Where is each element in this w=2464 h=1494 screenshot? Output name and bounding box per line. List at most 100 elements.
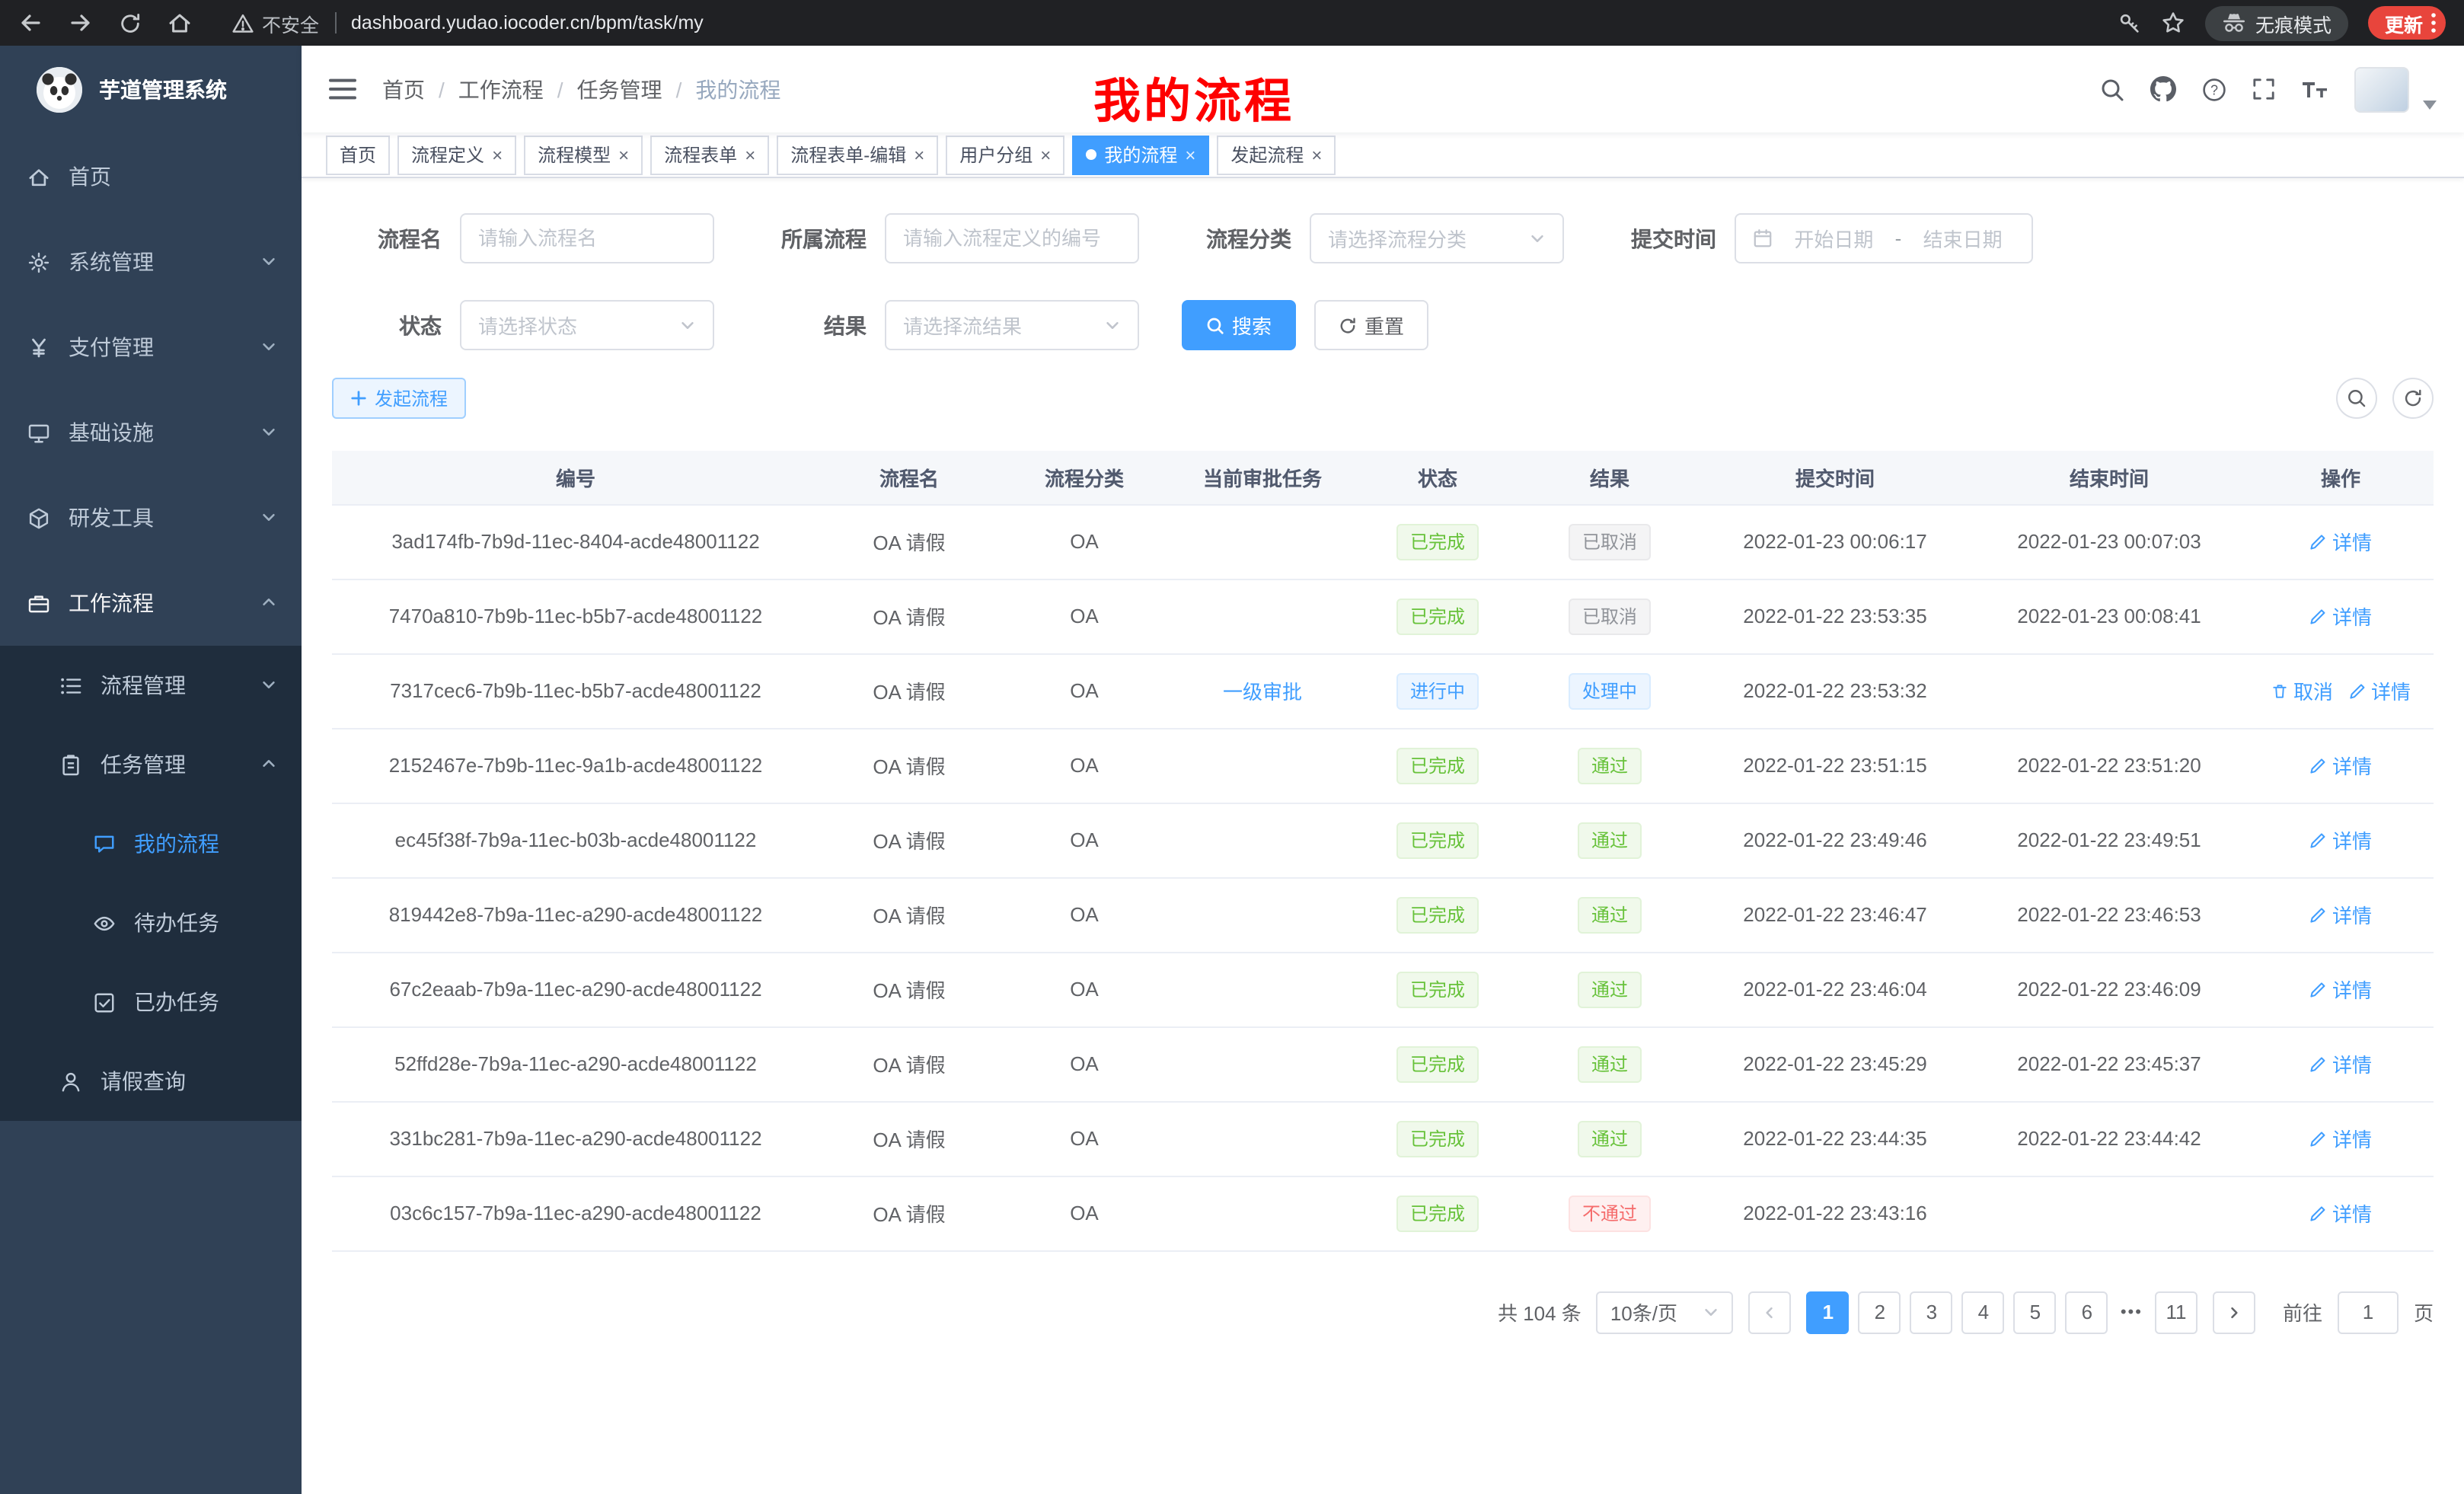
table-row: 67c2eaab-7b9a-11ec-a290-acde48001122 OA … xyxy=(332,952,2434,1026)
browser-menu-icon[interactable] xyxy=(2430,12,2437,34)
bookmark-star-icon[interactable] xyxy=(2161,11,2185,35)
sidebar-item-payment-mgmt[interactable]: 支付管理 xyxy=(0,305,302,390)
page-button-1[interactable]: 1 xyxy=(1807,1291,1850,1333)
fullscreen-icon[interactable] xyxy=(2252,78,2275,101)
detail-link[interactable]: 详情 xyxy=(2309,1199,2372,1227)
browser-home-icon[interactable] xyxy=(168,11,192,35)
close-icon[interactable]: × xyxy=(745,145,755,164)
sidebar-item-done-tasks[interactable]: 已办任务 xyxy=(0,962,302,1042)
update-button[interactable]: 更新 xyxy=(2368,6,2446,40)
sidebar-item-leave-query[interactable]: 请假查询 xyxy=(0,1042,302,1121)
result-select[interactable]: 请选择流结果 xyxy=(885,300,1139,350)
table-row: 3ad174fb-7b9d-11ec-8404-acde48001122 OA … xyxy=(332,504,2434,579)
svg-text:?: ? xyxy=(2210,81,2218,97)
address-bar[interactable]: 不安全 dashboard.yudao.iocoder.cn/bpm/task/… xyxy=(231,8,704,37)
sidebar-item-workflow[interactable]: 工作流程 xyxy=(0,560,302,646)
tab-label: 发起流程 xyxy=(1230,142,1304,168)
tab-process-form[interactable]: 流程表单× xyxy=(650,135,769,174)
sidebar-item-system-mgmt[interactable]: 系统管理 xyxy=(0,219,302,305)
status-badge: 进行中 xyxy=(1396,672,1479,709)
avatar[interactable] xyxy=(2354,66,2409,112)
table-row: 331bc281-7b9a-11ec-a290-acde48001122 OA … xyxy=(332,1101,2434,1176)
chevron-down-icon xyxy=(679,317,696,334)
tab-process-definition[interactable]: 流程定义× xyxy=(397,135,516,174)
prev-page-button[interactable] xyxy=(1749,1291,1792,1333)
close-icon[interactable]: × xyxy=(1185,145,1195,164)
page-button-3[interactable]: 3 xyxy=(1910,1291,1953,1333)
edit-icon xyxy=(2309,1204,2328,1222)
reset-button[interactable]: 重置 xyxy=(1314,300,1428,350)
cell-end-time: 2022-01-22 23:46:09 xyxy=(1971,952,2248,1026)
hamburger-icon[interactable] xyxy=(329,78,356,101)
help-icon[interactable]: ? xyxy=(2202,77,2226,101)
status-placeholder: 请选择状态 xyxy=(478,311,670,340)
sidebar-item-task-mgmt[interactable]: 任务管理 xyxy=(0,725,302,804)
goto-page-input[interactable] xyxy=(2338,1291,2399,1333)
process-def-field[interactable] xyxy=(903,227,1121,250)
browser-back-icon[interactable] xyxy=(18,11,43,35)
detail-link[interactable]: 详情 xyxy=(2309,1049,2372,1078)
page-size-select[interactable]: 10条/页 xyxy=(1597,1291,1734,1333)
tab-my-process[interactable]: 我的流程× xyxy=(1072,135,1209,174)
create-process-button[interactable]: 发起流程 xyxy=(332,378,466,419)
tab-process-form-edit[interactable]: 流程表单-编辑× xyxy=(777,135,938,174)
page-button-4[interactable]: 4 xyxy=(1962,1291,2005,1333)
more-pages-button[interactable]: ••• xyxy=(2118,1303,2146,1321)
detail-link[interactable]: 详情 xyxy=(2309,975,2372,1004)
detail-link[interactable]: 详情 xyxy=(2309,527,2372,556)
page-button-11[interactable]: 11 xyxy=(2155,1291,2197,1333)
breadcrumb-task-mgmt[interactable]: 任务管理 xyxy=(577,74,662,104)
tab-user-group[interactable]: 用户分组× xyxy=(946,135,1064,174)
sidebar-item-infrastructure[interactable]: 基础设施 xyxy=(0,390,302,475)
page-button-2[interactable]: 2 xyxy=(1859,1291,1901,1333)
tab-initiate-process[interactable]: 发起流程 × xyxy=(1217,135,1336,174)
cancel-link[interactable]: 取消 xyxy=(2271,676,2333,705)
detail-label: 详情 xyxy=(2332,1124,2372,1153)
close-icon[interactable]: × xyxy=(1311,145,1322,164)
detail-link[interactable]: 详情 xyxy=(2309,1124,2372,1153)
refresh-table-button[interactable] xyxy=(2392,378,2434,419)
close-icon[interactable]: × xyxy=(914,145,924,164)
breadcrumb-home[interactable]: 首页 xyxy=(382,74,425,104)
sidebar-item-dev-tools[interactable]: 研发工具 xyxy=(0,475,302,560)
browser-forward-icon[interactable] xyxy=(69,11,93,35)
submit-time-range-picker[interactable]: 开始日期 - 结束日期 xyxy=(1735,213,2033,263)
category-select[interactable]: 请选择流程分类 xyxy=(1310,213,1564,263)
detail-link[interactable]: 详情 xyxy=(2348,676,2411,705)
cell-submit-time: 2022-01-22 23:44:35 xyxy=(1700,1101,1971,1176)
detail-link[interactable]: 详情 xyxy=(2309,751,2372,780)
key-icon[interactable] xyxy=(2118,11,2141,34)
page-button-5[interactable]: 5 xyxy=(2014,1291,2057,1333)
next-page-button[interactable] xyxy=(2213,1291,2255,1333)
process-def-input[interactable] xyxy=(885,213,1139,263)
detail-link[interactable]: 详情 xyxy=(2309,825,2372,854)
process-name-input[interactable] xyxy=(460,213,714,263)
current-task-link[interactable]: 一级审批 xyxy=(1223,681,1302,704)
detail-link[interactable]: 详情 xyxy=(2309,602,2372,630)
font-size-icon[interactable] xyxy=(2301,78,2328,100)
sidebar-item-my-process[interactable]: 我的流程 xyxy=(0,804,302,883)
page-button-6[interactable]: 6 xyxy=(2066,1291,2108,1333)
github-icon[interactable] xyxy=(2150,76,2176,102)
detail-link[interactable]: 详情 xyxy=(2309,900,2372,929)
status-select[interactable]: 请选择状态 xyxy=(460,300,714,350)
tab-home[interactable]: 首页 xyxy=(326,135,390,174)
pagination-total: 共 104 条 xyxy=(1498,1298,1581,1326)
sidebar-item-process-mgmt[interactable]: 流程管理 xyxy=(0,646,302,725)
col-header-result: 结果 xyxy=(1520,451,1700,504)
search-icon[interactable] xyxy=(2100,77,2124,101)
sidebar-item-label: 系统管理 xyxy=(69,247,154,277)
close-icon[interactable]: × xyxy=(618,145,629,164)
search-button[interactable]: 搜索 xyxy=(1182,300,1296,350)
browser-refresh-icon[interactable] xyxy=(119,11,142,34)
result-badge: 通过 xyxy=(1578,822,1642,858)
close-icon[interactable]: × xyxy=(492,145,503,164)
tab-process-model[interactable]: 流程模型× xyxy=(524,135,643,174)
breadcrumb-workflow[interactable]: 工作流程 xyxy=(458,74,544,104)
caret-down-icon[interactable] xyxy=(2423,100,2437,112)
close-icon[interactable]: × xyxy=(1040,145,1051,164)
sidebar-item-todo-tasks[interactable]: 待办任务 xyxy=(0,883,302,962)
sidebar-item-home[interactable]: 首页 xyxy=(0,134,302,219)
process-name-field[interactable] xyxy=(478,227,696,250)
toggle-search-button[interactable] xyxy=(2336,378,2377,419)
